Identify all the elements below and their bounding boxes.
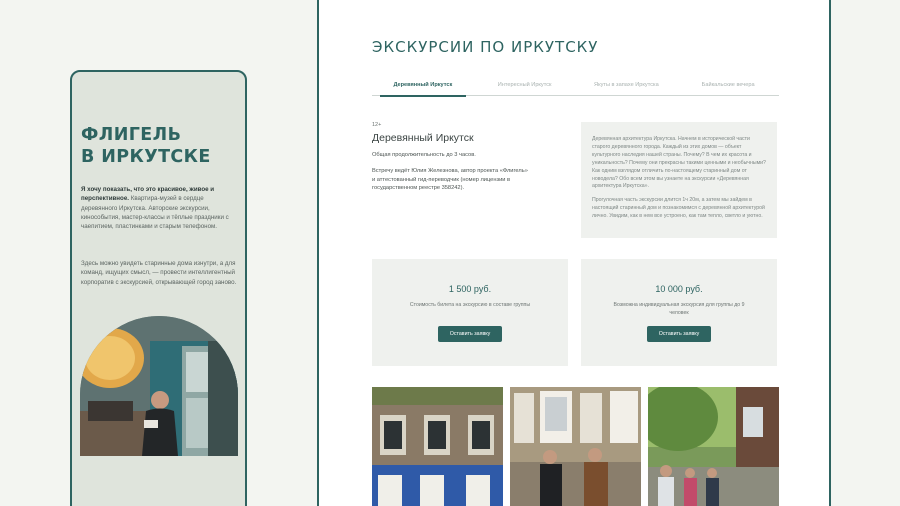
tour-title: Деревянный Иркутск: [372, 132, 474, 144]
tour-info-paragraph-2: Прогулочная часть экскурсии длится 1ч 20…: [592, 197, 765, 220]
price-card-individual: 10 000 руб. Возможна индивидуальная экск…: [581, 259, 777, 366]
site-title-line-1: ФЛИГЕЛЬ: [81, 125, 182, 145]
second-text: Здесь можно увидеть старинные дома изнут…: [81, 260, 237, 286]
page-title: ЭКСКУРСИИ ПО ИРКУТСКУ: [372, 38, 599, 56]
tour-tabs: Деревянный Иркутск Интересный Иркутск Як…: [372, 78, 779, 97]
leave-request-button[interactable]: Оставить заявку: [647, 326, 711, 342]
tab-baikal-evenings[interactable]: Байкальские вечера: [677, 78, 779, 95]
price-card-group: 1 500 руб. Стоимость билета на экскурсию…: [372, 259, 568, 366]
interior-photo: [80, 316, 238, 456]
left-info-card: ФЛИГЕЛЬ В ИРКУТСКЕ Я хочу показать, что …: [70, 70, 247, 506]
tour-info-paragraph-1: Деревянная архитектура Иркутска. Начнем …: [592, 136, 766, 190]
age-badge: 12+: [372, 122, 382, 128]
tab-interesting-irkutsk[interactable]: Интересный Иркутск: [474, 78, 576, 95]
price-description: Стоимость билета на экскурсию в составе …: [409, 302, 531, 308]
photo-carved-house: [372, 387, 503, 506]
site-title: ФЛИГЕЛЬ В ИРКУТСКЕ: [81, 124, 245, 168]
price-description: Возможна индивидуальная экскурсия для гр…: [613, 302, 745, 316]
main-page: ЭКСКУРСИИ ПО ИРКУТСКУ Деревянный Иркутск…: [317, 0, 831, 506]
tab-wooden-irkutsk[interactable]: Деревянный Иркутск: [372, 78, 474, 97]
intro-block: Я хочу показать, что это красивое, живое…: [81, 185, 241, 231]
price-value: 1 500 руб.: [448, 284, 492, 294]
leave-request-button[interactable]: Оставить заявку: [438, 326, 502, 342]
price-value: 10 000 руб.: [655, 284, 703, 294]
tour-info-box: Деревянная архитектура Иркутска. Начнем …: [581, 122, 777, 238]
site-title-line-2: В ИРКУТСКЕ: [81, 147, 211, 167]
photo-street-trees: [648, 387, 779, 506]
tour-duration: Общая продолжительность до 3 часов.: [372, 152, 476, 158]
tour-guide: Встречу ведёт Юлия Железнова, автор прое…: [372, 168, 528, 192]
tab-yakuts[interactable]: Якуты в запахе Иркутска: [576, 78, 678, 95]
photo-group-near-house: [510, 387, 641, 506]
